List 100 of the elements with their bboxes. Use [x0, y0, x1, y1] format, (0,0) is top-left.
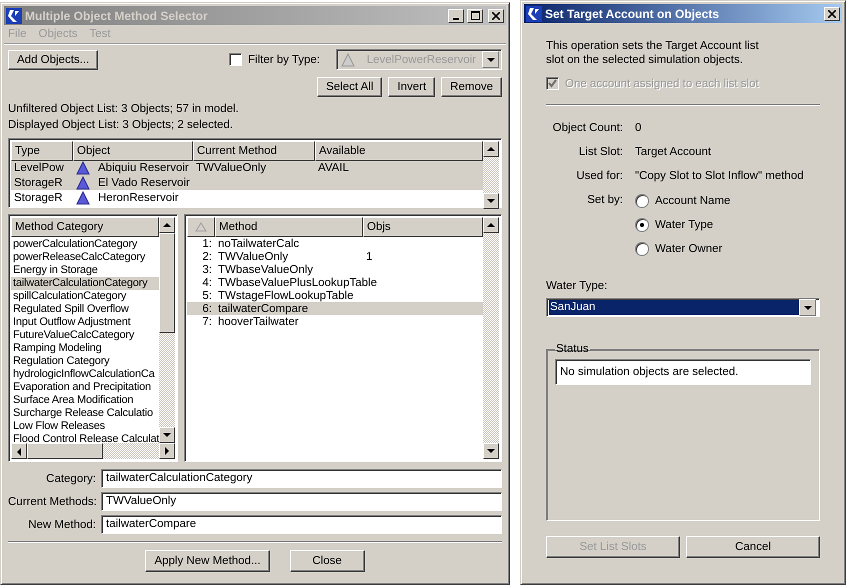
column-header[interactable]: Objs: [363, 217, 483, 237]
table-cell: TWbaseValuePlusLookupTable: [218, 276, 377, 288]
list-item[interactable]: tailwaterCalculationCategory: [11, 277, 159, 290]
info-text: Displayed Object List: 3 Objects; 2 selected.: [8, 118, 234, 133]
close-icon: [492, 12, 500, 20]
window-title: Multiple Object Method Selector: [25, 8, 209, 22]
column-header[interactable]: Object: [73, 141, 193, 161]
table-cell: Abiquiu Reservoir: [98, 162, 189, 174]
list-item[interactable]: spillCalculationCategory: [11, 290, 159, 303]
close-button[interactable]: [824, 6, 840, 20]
field-label: Water Type:: [546, 280, 608, 292]
list-item[interactable]: Surface Area Modification: [11, 394, 159, 407]
close-button[interactable]: [488, 8, 504, 22]
row-number: 3:: [202, 264, 212, 276]
table-cell: TWstageFlowLookupTable: [218, 290, 354, 302]
list-item[interactable]: powerReleaseCalcCategory: [11, 251, 159, 264]
radio-button[interactable]: [635, 242, 649, 256]
row-number: 4:: [202, 276, 212, 288]
list-item[interactable]: Ramping Modeling: [11, 342, 159, 355]
detail-value: Target Account: [635, 146, 712, 158]
table-row[interactable]: 5: TWstageFlowLookupTable: [187, 289, 483, 302]
app-logo-icon: [526, 6, 542, 22]
column-header[interactable]: [187, 217, 215, 237]
water-type-dropdown[interactable]: SanJuan: [546, 298, 820, 317]
list-action-button[interactable]: Select All: [317, 77, 382, 97]
table-row[interactable]: 1: noTailwaterCalc: [187, 237, 483, 250]
window-title: Set Target Account on Objects: [545, 6, 720, 20]
list-item[interactable]: Energy in Storage: [11, 264, 159, 277]
list-item[interactable]: Evaporation and Precipitation: [11, 381, 159, 394]
scrollbar[interactable]: [11, 443, 175, 459]
maximize-button[interactable]: [467, 8, 483, 22]
list-item[interactable]: Low Flow Releases: [11, 420, 159, 433]
list-item[interactable]: powerCalculationCategory: [11, 238, 159, 251]
radio-button[interactable]: [635, 218, 649, 232]
column-header[interactable]: Current Method: [193, 141, 315, 161]
column-header[interactable]: Method: [215, 217, 363, 237]
text-field[interactable]: tailwaterCompare: [101, 515, 502, 534]
checkbox[interactable]: [228, 53, 242, 66]
checkbox-label: Filter by Type:: [248, 54, 320, 66]
app-logo-icon: [6, 8, 22, 24]
table-row[interactable]: 6: tailwaterCompare: [187, 302, 483, 315]
table-cell: 1: [366, 250, 372, 262]
dialog-button[interactable]: Cancel: [686, 536, 820, 558]
detail-label: Set by:: [586, 194, 623, 206]
table-row[interactable]: LevelPow Abiquiu Reservoir TWValueOnly AVAIL: [11, 161, 483, 176]
table-row[interactable]: 3: TWbaseValueOnly: [187, 263, 483, 276]
field-label: Category:: [45, 472, 96, 484]
table-cell: LevelPow: [14, 162, 64, 174]
dialog-button[interactable]: Close: [290, 550, 365, 572]
column-header[interactable]: Method Category: [11, 217, 159, 237]
detail-value: 0: [635, 122, 642, 134]
triangle-icon: [76, 190, 90, 205]
list-item[interactable]: FutureValueCalcCategory: [11, 329, 159, 342]
detail-value: "Copy Slot to Slot Inflow" method: [635, 170, 805, 182]
row-number: 6:: [202, 302, 212, 314]
add-objects-button[interactable]: Add Objects...: [8, 50, 98, 70]
row-number: 5:: [202, 290, 212, 302]
table-row[interactable]: 7: hooverTailwater: [187, 315, 483, 328]
list-item[interactable]: Surcharge Release Calculatio: [11, 407, 159, 420]
list-item[interactable]: Flood Control Release Calculat: [11, 433, 159, 443]
triangle-icon: [341, 52, 355, 66]
dialog-button[interactable]: Apply New Method...: [145, 550, 270, 572]
row-number: 1:: [202, 238, 212, 250]
row-number: 7:: [202, 316, 212, 328]
table-cell: AVAIL: [318, 162, 349, 174]
scrollbar[interactable]: [483, 141, 499, 209]
field-label: New Method:: [27, 518, 96, 530]
text-field[interactable]: tailwaterCalculationCategory: [101, 469, 502, 488]
table-row[interactable]: StorageR El Vado Reservoir: [11, 176, 483, 190]
scrollbar[interactable]: [159, 217, 175, 443]
table-cell: El Vado Reservoir: [98, 177, 190, 189]
column-header[interactable]: Available: [315, 141, 483, 161]
table-row[interactable]: StorageR HeronReservoir: [11, 190, 483, 206]
text-field[interactable]: TWValueOnly: [101, 492, 502, 511]
detail-label: Used for:: [575, 170, 623, 182]
close-icon: [828, 10, 836, 18]
sort-icon: [195, 222, 207, 232]
list-action-button[interactable]: Invert: [388, 77, 436, 97]
list-item[interactable]: Input Outflow Adjustment: [11, 316, 159, 329]
radio-button[interactable]: [635, 194, 649, 208]
checkbox-label: One account assigned to each list slot: [565, 78, 759, 90]
table-cell: StorageR: [14, 192, 63, 204]
table-cell: TWValueOnly: [218, 250, 288, 262]
table-cell: HeronReservoir: [98, 192, 179, 204]
list-item[interactable]: hydrologicInflowCalculationCa: [11, 368, 159, 381]
triangle-icon: [76, 161, 90, 176]
field-label: Current Methods:: [8, 496, 96, 508]
scrollbar[interactable]: [483, 217, 499, 459]
table-row[interactable]: 4: TWbaseValuePlusLookupTable: [187, 276, 483, 289]
detail-label: List Slot:: [578, 146, 623, 158]
minimize-button[interactable]: [448, 8, 464, 22]
list-action-button[interactable]: Remove: [441, 77, 502, 97]
table-row[interactable]: 2: TWValueOnly 1: [187, 250, 483, 263]
triangle-icon: [76, 176, 90, 190]
list-item[interactable]: Regulation Category: [11, 355, 159, 368]
table-cell: noTailwaterCalc: [218, 238, 300, 250]
list-item[interactable]: Regulated Spill Overflow: [11, 303, 159, 316]
radio-label: Account Name: [655, 195, 730, 207]
column-header[interactable]: Type: [11, 141, 73, 161]
info-text: Unfiltered Object List: 3 Objects; 57 in model.: [8, 102, 240, 117]
